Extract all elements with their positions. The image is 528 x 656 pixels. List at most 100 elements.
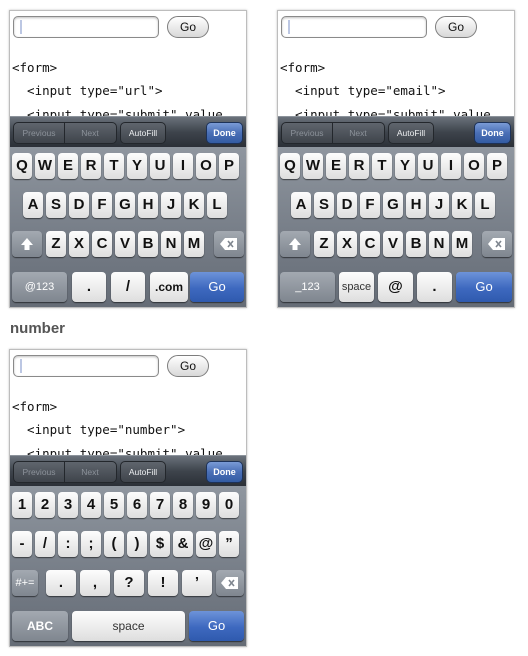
key[interactable]: /	[35, 531, 55, 557]
key[interactable]: H	[138, 192, 158, 218]
abc-mode-key[interactable]: ABC	[12, 611, 68, 641]
numbers-mode-key[interactable]: _123	[280, 272, 335, 302]
previous-button[interactable]: Previous	[14, 123, 65, 143]
done-button[interactable]: Done	[206, 122, 243, 144]
dotcom-key[interactable]: .com	[150, 272, 188, 302]
key[interactable]: A	[23, 192, 43, 218]
key[interactable]: E	[58, 153, 78, 179]
key[interactable]: $	[150, 531, 170, 557]
key[interactable]: N	[429, 231, 449, 257]
next-button[interactable]: Next	[65, 123, 115, 143]
key[interactable]: -	[12, 531, 32, 557]
go-key[interactable]: Go	[456, 272, 512, 302]
slash-key[interactable]: /	[111, 272, 145, 302]
key[interactable]: 3	[58, 492, 78, 518]
key[interactable]: Y	[127, 153, 147, 179]
key[interactable]: 0	[219, 492, 239, 518]
key[interactable]: 1	[12, 492, 32, 518]
more-symbols-key[interactable]: #+=	[12, 570, 38, 596]
key[interactable]: S	[46, 192, 66, 218]
key[interactable]: V	[115, 231, 135, 257]
key[interactable]: ’	[182, 570, 212, 596]
key[interactable]: Q	[12, 153, 32, 179]
key[interactable]: Q	[280, 153, 300, 179]
key[interactable]: S	[314, 192, 334, 218]
key[interactable]: :	[58, 531, 78, 557]
autofill-button[interactable]: AutoFill	[120, 122, 166, 144]
go-button[interactable]: Go	[167, 16, 209, 38]
done-button[interactable]: Done	[206, 461, 243, 483]
next-button[interactable]: Next	[65, 462, 115, 482]
key[interactable]: X	[69, 231, 89, 257]
key[interactable]: W	[303, 153, 323, 179]
key[interactable]: H	[406, 192, 426, 218]
key[interactable]: 6	[127, 492, 147, 518]
key[interactable]: F	[360, 192, 380, 218]
key[interactable]: F	[92, 192, 112, 218]
key[interactable]: I	[173, 153, 193, 179]
done-button[interactable]: Done	[474, 122, 511, 144]
period-key[interactable]: .	[417, 272, 452, 302]
key[interactable]: X	[337, 231, 357, 257]
key[interactable]: M	[452, 231, 472, 257]
key[interactable]: A	[291, 192, 311, 218]
key[interactable]: (	[104, 531, 124, 557]
key[interactable]: Z	[314, 231, 334, 257]
key[interactable]: M	[184, 231, 204, 257]
key[interactable]: ?	[114, 570, 144, 596]
key[interactable]: !	[148, 570, 178, 596]
key[interactable]: V	[383, 231, 403, 257]
key[interactable]: B	[138, 231, 158, 257]
key[interactable]: D	[337, 192, 357, 218]
key[interactable]: U	[150, 153, 170, 179]
key[interactable]: ”	[219, 531, 239, 557]
key[interactable]: G	[115, 192, 135, 218]
go-key[interactable]: Go	[190, 272, 244, 302]
key[interactable]: P	[219, 153, 239, 179]
key[interactable]: L	[475, 192, 495, 218]
key[interactable]: O	[464, 153, 484, 179]
key[interactable]: 7	[150, 492, 170, 518]
previous-button[interactable]: Previous	[282, 123, 333, 143]
period-key[interactable]: .	[72, 272, 106, 302]
key[interactable]: R	[349, 153, 369, 179]
key[interactable]: J	[429, 192, 449, 218]
autofill-button[interactable]: AutoFill	[120, 461, 166, 483]
key[interactable]: B	[406, 231, 426, 257]
go-button[interactable]: Go	[167, 355, 209, 377]
space-key[interactable]: space	[339, 272, 374, 302]
key[interactable]: L	[207, 192, 227, 218]
key[interactable]: 2	[35, 492, 55, 518]
key[interactable]: )	[127, 531, 147, 557]
autofill-button[interactable]: AutoFill	[388, 122, 434, 144]
delete-key[interactable]	[214, 231, 244, 257]
key[interactable]: @	[196, 531, 216, 557]
space-key[interactable]: space	[72, 611, 185, 641]
key[interactable]: K	[452, 192, 472, 218]
key[interactable]: P	[487, 153, 507, 179]
key[interactable]: W	[35, 153, 55, 179]
shift-key[interactable]	[12, 231, 42, 257]
key[interactable]: C	[360, 231, 380, 257]
key[interactable]: ;	[81, 531, 101, 557]
key[interactable]: T	[372, 153, 392, 179]
key[interactable]: Y	[395, 153, 415, 179]
key[interactable]: T	[104, 153, 124, 179]
key[interactable]: I	[441, 153, 461, 179]
text-input[interactable]	[13, 16, 159, 38]
key[interactable]: N	[161, 231, 181, 257]
delete-key[interactable]	[216, 570, 244, 596]
key[interactable]: E	[326, 153, 346, 179]
key[interactable]: J	[161, 192, 181, 218]
go-key[interactable]: Go	[189, 611, 244, 641]
key[interactable]: .	[46, 570, 76, 596]
key[interactable]: 9	[196, 492, 216, 518]
key[interactable]: O	[196, 153, 216, 179]
text-input[interactable]	[281, 16, 427, 38]
delete-key[interactable]	[482, 231, 512, 257]
key[interactable]: 5	[104, 492, 124, 518]
go-button[interactable]: Go	[435, 16, 477, 38]
next-button[interactable]: Next	[333, 123, 383, 143]
key[interactable]: Z	[46, 231, 66, 257]
text-input[interactable]	[13, 355, 159, 377]
